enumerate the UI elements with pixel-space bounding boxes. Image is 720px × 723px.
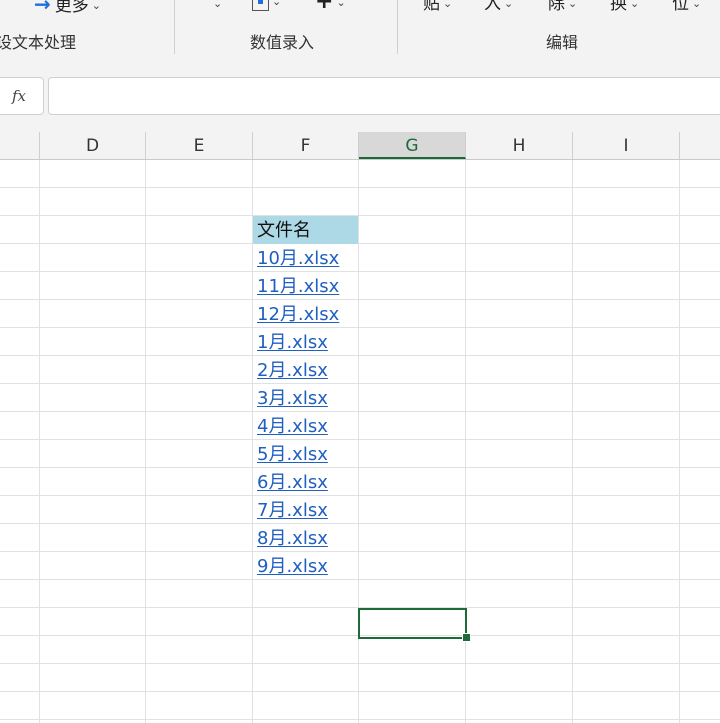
ribbon: → 更多 ⌄ ⌄ ⌄ + ⌄ 贴 ⌄ 入 ⌄ 除 ⌄ 换 ⌄ 位 ⌄ 设文本处理 数值录入 编辑: [0, 0, 720, 61]
file-link[interactable]: 11月.xlsx: [253, 272, 339, 300]
column-header-h[interactable]: H: [466, 132, 573, 159]
group-label-number: 数值录入: [250, 33, 315, 52]
column-headers: D E F G H I: [0, 132, 720, 160]
fx-button[interactable]: fx: [0, 77, 44, 115]
chevron-down-icon: ⌄: [272, 0, 282, 8]
active-cell[interactable]: [358, 608, 467, 639]
chevron-down-icon: ⌄: [568, 0, 578, 10]
file-link[interactable]: 3月.xlsx: [253, 384, 328, 412]
grid-line: [145, 160, 146, 723]
column-header-c[interactable]: [0, 132, 40, 159]
column-header-i[interactable]: I: [573, 132, 680, 159]
chevron-down-icon: ⌄: [443, 0, 453, 10]
group-divider: [397, 0, 398, 54]
add-button[interactable]: + ⌄: [315, 0, 346, 13]
chevron-down-icon: ⌄: [91, 0, 101, 12]
chevron-down-icon: ⌄: [630, 0, 640, 10]
header-cell[interactable]: 文件名: [253, 216, 358, 244]
group-divider: [174, 0, 175, 54]
column-header-j[interactable]: [680, 132, 720, 159]
file-link[interactable]: 4月.xlsx: [253, 412, 328, 440]
sheet-grid[interactable]: 文件名 10月.xlsx 11月.xlsx 12月.xlsx 1月.xlsx 2…: [0, 160, 720, 723]
edit-item-delete[interactable]: 除 ⌄: [548, 0, 577, 14]
more-button[interactable]: → 更多 ⌄: [34, 0, 101, 16]
column-header-g[interactable]: G: [359, 132, 466, 159]
chevron-down-icon: ⌄: [336, 0, 346, 9]
grid-line: [572, 160, 573, 723]
edit-item-insert[interactable]: 入 ⌄: [484, 0, 513, 14]
file-link[interactable]: 2月.xlsx: [253, 356, 328, 384]
dropdown-button[interactable]: ⌄: [210, 0, 222, 14]
grid-line: [679, 160, 680, 723]
file-link[interactable]: 12月.xlsx: [253, 300, 339, 328]
formula-bar: fx: [0, 60, 720, 132]
plus-icon: +: [315, 0, 334, 14]
file-link[interactable]: 6月.xlsx: [253, 468, 328, 496]
group-label-text: 设文本处理: [0, 33, 77, 52]
group-label-edit: 编辑: [546, 33, 579, 52]
arrow-right-icon: →: [34, 0, 51, 16]
file-link[interactable]: 9月.xlsx: [253, 552, 328, 580]
chevron-down-icon: ⌄: [692, 0, 702, 10]
insert-button[interactable]: ⌄: [252, 0, 281, 12]
file-link[interactable]: 1月.xlsx: [253, 328, 328, 356]
file-link[interactable]: 7月.xlsx: [253, 496, 328, 524]
column-header-e[interactable]: E: [146, 132, 253, 159]
column-header-f[interactable]: F: [253, 132, 359, 159]
formula-input[interactable]: [48, 77, 720, 115]
insert-box-icon: [252, 0, 269, 11]
fill-handle[interactable]: [462, 633, 471, 642]
edit-item-locate[interactable]: 位 ⌄: [672, 0, 701, 14]
edit-item-paste[interactable]: 贴 ⌄: [423, 0, 452, 14]
grid-line: [39, 160, 40, 723]
column-header-d[interactable]: D: [40, 132, 146, 159]
chevron-down-icon: ⌄: [504, 0, 514, 10]
chevron-down-icon: ⌄: [213, 0, 223, 10]
file-link[interactable]: 8月.xlsx: [253, 524, 328, 552]
edit-item-replace[interactable]: 换 ⌄: [610, 0, 639, 14]
file-link[interactable]: 5月.xlsx: [253, 440, 328, 468]
file-link[interactable]: 10月.xlsx: [253, 244, 339, 272]
